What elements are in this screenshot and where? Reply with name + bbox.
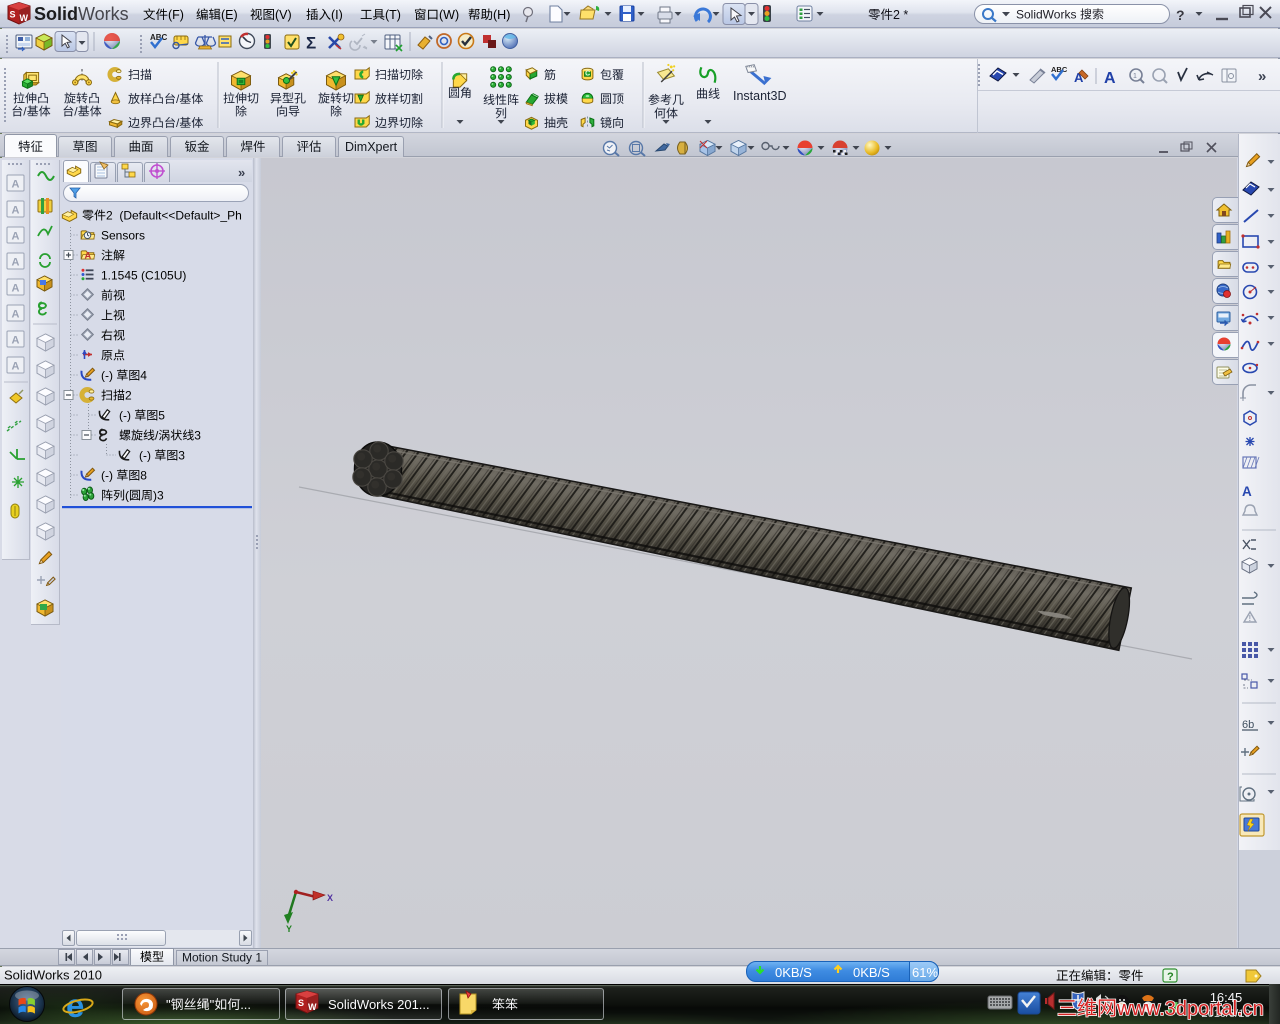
svg-text:/: / bbox=[176, 116, 180, 130]
svg-text:": " bbox=[210, 997, 215, 1012]
svg-text:ABC: ABC bbox=[1051, 65, 1068, 74]
svg-text:3: 3 bbox=[194, 429, 201, 443]
svg-text:www.3dportal.cn: www.3dportal.cn bbox=[1116, 998, 1264, 1020]
svg-text:A: A bbox=[12, 257, 20, 269]
svg-text:(-): (-) bbox=[101, 469, 116, 483]
svg-text:»: » bbox=[1258, 68, 1266, 85]
svg-text:e: e bbox=[66, 987, 84, 1024]
svg-text:W: W bbox=[20, 13, 29, 23]
svg-text:»: » bbox=[238, 165, 245, 180]
svg-text:S: S bbox=[10, 10, 16, 20]
svg-text:4: 4 bbox=[140, 369, 147, 383]
svg-text:61%: 61% bbox=[912, 965, 938, 980]
svg-text:A: A bbox=[12, 179, 20, 191]
svg-text:(: ( bbox=[125, 489, 129, 503]
svg-text:?: ? bbox=[1176, 7, 1185, 23]
svg-text:(H): (H) bbox=[493, 8, 510, 22]
svg-text:A: A bbox=[12, 335, 20, 347]
svg-text:0KB/S: 0KB/S bbox=[775, 965, 812, 980]
svg-text:C: C bbox=[585, 70, 590, 77]
svg-text:W: W bbox=[308, 1002, 317, 1012]
svg-text:SolidWorks 201...: SolidWorks 201... bbox=[328, 997, 430, 1012]
svg-text:(V): (V) bbox=[275, 8, 292, 22]
svg-text:2: 2 bbox=[125, 389, 132, 403]
svg-text:/: / bbox=[23, 105, 27, 119]
svg-text:0KB/S: 0KB/S bbox=[853, 965, 890, 980]
svg-text:(F): (F) bbox=[168, 8, 184, 22]
svg-text:6b: 6b bbox=[1242, 719, 1254, 731]
svg-text:SolidWorks 2010: SolidWorks 2010 bbox=[4, 968, 102, 983]
svg-text:?: ? bbox=[1167, 971, 1174, 983]
svg-text:3: 3 bbox=[178, 449, 185, 463]
svg-text:A: A bbox=[1104, 70, 1116, 87]
svg-text:(T): (T) bbox=[385, 8, 401, 22]
svg-text:...: ... bbox=[240, 997, 251, 1012]
svg-text:A: A bbox=[12, 283, 20, 295]
svg-text:/: / bbox=[176, 92, 180, 106]
svg-text:A: A bbox=[12, 205, 20, 217]
svg-text:5: 5 bbox=[158, 409, 165, 423]
svg-text:": " bbox=[166, 997, 171, 1012]
svg-text:(W): (W) bbox=[439, 8, 459, 22]
svg-text:Motion Study 1: Motion Study 1 bbox=[182, 951, 262, 965]
svg-text:Instant3D: Instant3D bbox=[733, 89, 787, 103]
svg-text:(-): (-) bbox=[119, 409, 134, 423]
svg-text:DimXpert: DimXpert bbox=[345, 140, 398, 154]
svg-text:X: X bbox=[327, 893, 333, 903]
svg-text:(I): (I) bbox=[331, 8, 343, 22]
svg-text:8: 8 bbox=[140, 469, 147, 483]
svg-text:)3: )3 bbox=[153, 489, 164, 503]
svg-text:A: A bbox=[12, 361, 20, 373]
svg-text:1: 1 bbox=[1133, 73, 1137, 80]
svg-text:Sensors: Sensors bbox=[101, 229, 145, 243]
svg-text:A: A bbox=[1242, 484, 1252, 499]
svg-text:(E): (E) bbox=[221, 8, 238, 22]
svg-text:2 *: 2 * bbox=[893, 8, 908, 22]
svg-text:SolidWorks: SolidWorks bbox=[1016, 8, 1080, 22]
svg-text:(-): (-) bbox=[139, 449, 154, 463]
svg-text:A: A bbox=[12, 309, 20, 321]
svg-text:1.1545 (C105U): 1.1545 (C105U) bbox=[101, 269, 186, 283]
svg-text:Σ: Σ bbox=[306, 34, 316, 53]
svg-text:2 (Default<<Default>_Ph: 2 (Default<<Default>_Ph bbox=[106, 209, 242, 223]
svg-text:!: ! bbox=[1249, 614, 1252, 623]
svg-text:Works: Works bbox=[78, 4, 129, 24]
svg-text:S: S bbox=[298, 998, 304, 1008]
svg-text:/: / bbox=[74, 105, 78, 119]
svg-text:(-): (-) bbox=[101, 369, 116, 383]
svg-text:Solid: Solid bbox=[34, 4, 78, 24]
svg-text:Y: Y bbox=[286, 924, 292, 934]
svg-text:A: A bbox=[85, 251, 92, 261]
svg-text:/: / bbox=[155, 429, 159, 443]
svg-text:A: A bbox=[12, 231, 20, 243]
